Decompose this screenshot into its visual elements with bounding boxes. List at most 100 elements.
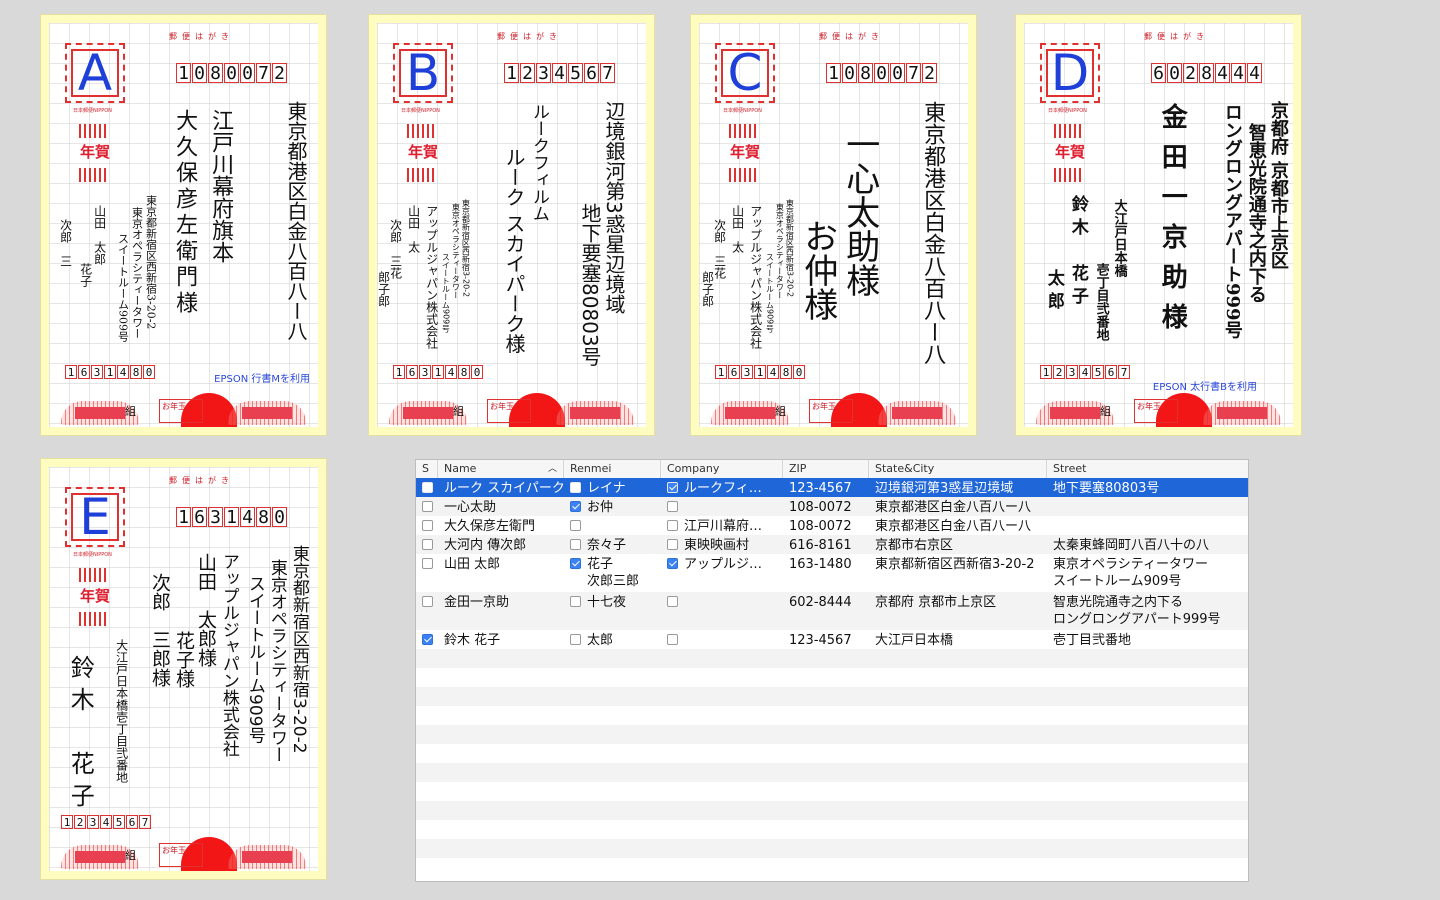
- sender-name-2: 次郎 三花: [712, 219, 727, 279]
- renmei-checkbox[interactable]: [570, 558, 581, 569]
- recipient-address-3: ロングロングアパート999号: [1221, 103, 1243, 339]
- recipient-company: 江戸川幕府旗本: [208, 109, 234, 263]
- fan-decoration-icon: [1203, 401, 1281, 425]
- sender-address-2: 東京オペラシティータワー: [130, 207, 144, 339]
- table-row[interactable]: 大河内 傳次郎 奈々子 東映映画村 616-8161 京都市右京区 太秦東蜂岡町八百八十の…: [416, 535, 1248, 554]
- column-header-s[interactable]: S: [416, 460, 438, 478]
- sender-address-3: スイートルーム909号: [765, 253, 775, 333]
- recipient-name-2: 花子様: [172, 631, 195, 688]
- sender-address-2: 東京オペラシティータワー: [775, 203, 785, 299]
- cell-company: [661, 497, 783, 516]
- sender-address-2: 壱丁目弐番地: [1093, 263, 1109, 341]
- column-header-name[interactable]: Name ︿: [438, 460, 564, 478]
- renmei-checkbox[interactable]: [570, 634, 581, 645]
- sender-name: 山田 太郎: [92, 205, 107, 265]
- postcard-d[interactable]: 郵便はがき D 日本郵便NIPPON 年賀 6 0 2 8 4 4 4 京都府 …: [1015, 14, 1302, 436]
- cell-renmei: 十七夜: [564, 592, 661, 630]
- select-checkbox[interactable]: [422, 558, 433, 569]
- company-checkbox[interactable]: [667, 501, 678, 512]
- recipient-zip: 1 0 8 0 0 7 2: [826, 63, 938, 84]
- sender-address: 東京都新宿区西新宿3-20-2: [461, 199, 471, 298]
- select-checkbox[interactable]: [422, 596, 433, 607]
- cell-renmei: 花子 次郎三郎: [564, 554, 661, 592]
- recipient-name: 金田一京助様: [1157, 103, 1188, 343]
- recipient-address: 京都府 京都市上京区: [1267, 101, 1289, 270]
- table-row[interactable]: 一心太助 お仲 108-0072 東京都港区白金八百八ー八: [416, 497, 1248, 516]
- sender-zip: 1 2 3 4 5 6 7: [1040, 365, 1131, 379]
- empty-row: [416, 801, 1248, 820]
- postcard-b[interactable]: 郵便はがき B 日本郵便NIPPON 年賀 1 2 3 4 5 6 7 辺境銀河…: [368, 14, 655, 436]
- nenga-mark-icon: 年賀: [73, 563, 117, 631]
- sender-name-3: 郎子郎: [700, 271, 715, 307]
- font-note: EPSON 行書Mを利用: [214, 374, 310, 385]
- stamp-brand: 日本郵便NIPPON: [401, 108, 440, 114]
- company-checkbox[interactable]: [667, 539, 678, 550]
- cell-s[interactable]: [416, 630, 438, 649]
- stamp-box: C: [715, 43, 775, 103]
- table-row[interactable]: 金田一京助 十七夜 602-8444 京都府 京都市上京区 智恵光院通寺之内下る ロングロ…: [416, 592, 1248, 630]
- stamp-brand: 日本郵便NIPPON: [1048, 108, 1087, 114]
- recipient-name: 大久保彦左衛門様: [172, 109, 198, 317]
- postcard-header: 郵便はがき: [819, 32, 884, 41]
- stamp-brand: 日本郵便NIPPON: [73, 552, 112, 558]
- table-row[interactable]: 大久保彦左衛門 江戸川幕府… 108-0072 東京都港区白金八百八ー八: [416, 516, 1248, 535]
- select-checkbox[interactable]: [422, 539, 433, 550]
- empty-row: [416, 706, 1248, 725]
- cell-s[interactable]: [416, 592, 438, 630]
- renmei-checkbox[interactable]: [570, 501, 581, 512]
- table-row[interactable]: 山田 太郎 花子 次郎三郎 アップルジ… 163-1480 東京都新宿区西新宿3-20-2…: [416, 554, 1248, 592]
- cell-zip: 602-8444: [789, 595, 852, 610]
- cell-statecity: 東京都港区白金八百八ー八: [875, 500, 1032, 515]
- company-checkbox[interactable]: [667, 558, 678, 569]
- sender-zip: 1 6 3 1 4 8 0: [393, 365, 484, 379]
- sender-address: 東京都新宿区西新宿3-20-2: [144, 195, 158, 330]
- sort-ascending-icon: ︿: [547, 464, 557, 474]
- company-checkbox[interactable]: [667, 482, 678, 493]
- renmei-checkbox[interactable]: [570, 520, 581, 531]
- select-checkbox[interactable]: [422, 520, 433, 531]
- renmei-checkbox[interactable]: [570, 596, 581, 607]
- cell-s[interactable]: [416, 554, 438, 592]
- cell-zip: 108-0072: [789, 500, 852, 515]
- select-checkbox[interactable]: [422, 634, 433, 645]
- select-checkbox[interactable]: [422, 501, 433, 512]
- cell-s[interactable]: [416, 516, 438, 535]
- postcard-header: 郵便はがき: [169, 476, 234, 485]
- cell-zip: 163-1480: [789, 557, 852, 572]
- recipient-address-3: スイートルーム909号: [244, 575, 265, 744]
- renmei-checkbox[interactable]: [570, 482, 581, 493]
- postcard-e[interactable]: 郵便はがき E 日本郵便NIPPON 年賀 1 6 3 1 4 8 0 東京都新…: [40, 458, 327, 880]
- column-header-street[interactable]: Street: [1047, 460, 1248, 478]
- card-letter: A: [71, 48, 119, 98]
- column-header-company[interactable]: Company: [661, 460, 783, 478]
- column-header-zip[interactable]: ZIP: [783, 460, 869, 478]
- cell-company: 東映映画村: [661, 535, 783, 554]
- sender-zip: 1 6 3 1 4 8 0: [65, 365, 156, 379]
- table-row[interactable]: 鈴木 花子 太郎 123-4567 大江戸日本橋 壱丁目弐番地: [416, 630, 1248, 649]
- cell-s[interactable]: [416, 535, 438, 554]
- cell-zip: 123-4567: [789, 481, 852, 496]
- company-checkbox[interactable]: [667, 596, 678, 607]
- address-table[interactable]: S Name ︿ Renmei Company ZIP State&City St…: [415, 459, 1249, 882]
- empty-row: [416, 725, 1248, 744]
- select-checkbox[interactable]: [422, 482, 433, 493]
- company-checkbox[interactable]: [667, 520, 678, 531]
- company-checkbox[interactable]: [667, 634, 678, 645]
- cell-s[interactable]: [416, 478, 438, 497]
- renmei-checkbox[interactable]: [570, 539, 581, 550]
- sender-zip: 1 2 3 4 5 6 7: [61, 815, 152, 829]
- card-letter: C: [721, 48, 769, 98]
- stamp-box: E: [65, 487, 125, 547]
- postcard-c[interactable]: 郵便はがき C 日本郵便NIPPON 年賀 1 0 8 0 0 7 2 東京都港…: [690, 14, 977, 436]
- column-header-renmei[interactable]: Renmei: [564, 460, 661, 478]
- postcard-a[interactable]: 郵便はがき A 日本郵便NIPPON 年賀 1 0 8 0 0 7 2 東京都港…: [40, 14, 327, 436]
- cell-s[interactable]: [416, 497, 438, 516]
- column-header-statecity[interactable]: State&City: [869, 460, 1047, 478]
- cell-zip: 616-8161: [789, 538, 852, 553]
- card-letter: B: [399, 48, 447, 98]
- recipient-zip: 1 6 3 1 4 8 0: [176, 507, 288, 528]
- recipient-address: 東京都新宿区西新宿3-20-2: [288, 545, 309, 754]
- cell-company: ルークフィ…: [661, 478, 783, 497]
- cell-statecity: 大江戸日本橋: [875, 633, 954, 648]
- table-row[interactable]: ルーク スカイパーク レイナ ルークフィ… 123-4567 辺境銀河第3惑星辺境域 地下…: [416, 478, 1248, 497]
